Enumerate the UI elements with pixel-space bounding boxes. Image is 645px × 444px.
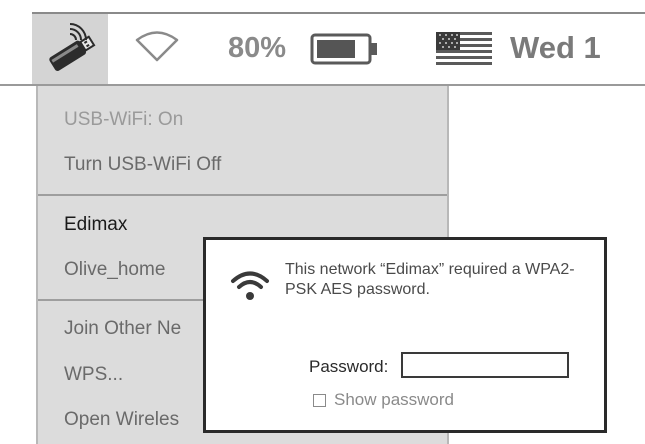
password-label: Password: xyxy=(309,357,389,376)
battery-icon[interactable] xyxy=(310,33,380,65)
menu-item-network-olive-home[interactable]: Olive_home xyxy=(64,258,165,282)
menu-item-network-edimax[interactable]: Edimax xyxy=(64,213,127,237)
menu-separator xyxy=(38,194,447,196)
menu-bar: 80% Wed 1 xyxy=(0,0,645,86)
menu-bar-top-border xyxy=(32,12,645,14)
menu-item-join-other-network[interactable]: Join Other Ne xyxy=(64,317,181,341)
usb-wifi-icon[interactable] xyxy=(40,22,100,74)
menu-item-open-wireless[interactable]: Open Wireles xyxy=(64,408,179,432)
battery-percentage[interactable]: 80% xyxy=(228,30,286,66)
us-flag-icon[interactable] xyxy=(436,32,492,66)
dialog-message: This network “Edimax” required a WPA2-PS… xyxy=(285,261,575,298)
wifi-icon xyxy=(231,271,269,300)
wifi-icon[interactable] xyxy=(134,30,180,62)
checkbox-icon[interactable] xyxy=(313,393,326,407)
password-field[interactable] xyxy=(401,352,569,378)
screen: 80% Wed 1 USB-WiFi: On Turn USB-WiFi Off… xyxy=(0,0,645,444)
menu-bar-clock[interactable]: Wed 1 xyxy=(510,29,601,67)
menu-item-wifi-status: USB-WiFi: On xyxy=(64,109,184,130)
show-password-checkbox[interactable]: Show password xyxy=(313,390,454,410)
menu-item-turn-wifi-off[interactable]: Turn USB-WiFi Off xyxy=(64,153,221,177)
password-dialog: This network “Edimax” required a WPA2-PS… xyxy=(203,237,607,433)
menu-item-wps[interactable]: WPS... xyxy=(64,363,123,387)
show-password-label[interactable]: Show password xyxy=(334,390,454,410)
